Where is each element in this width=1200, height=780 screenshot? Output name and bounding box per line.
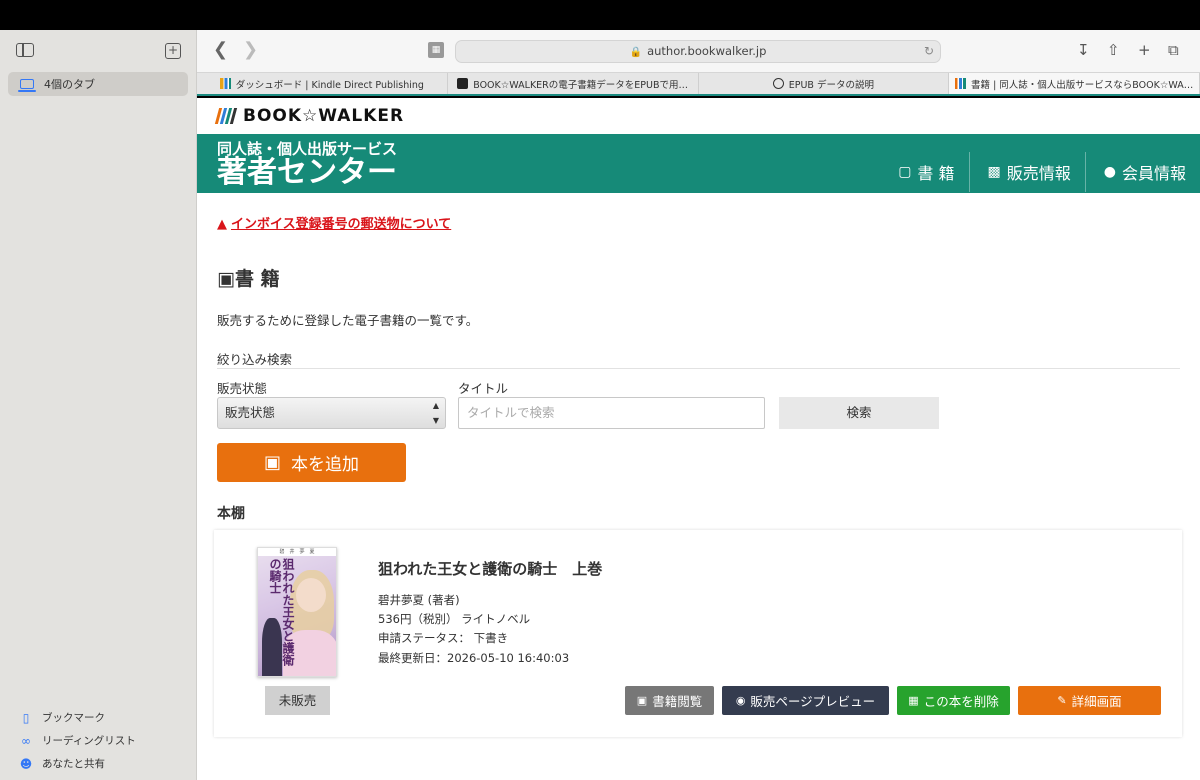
- tab-bookwalker-books[interactable]: 書籍 | 同人誌・個人出版サービスならBOOK☆WA…: [949, 73, 1200, 94]
- sidebar-item-bookmarks[interactable]: ▯ ブックマーク: [18, 706, 136, 729]
- sidebar-toolbar: +: [0, 30, 197, 72]
- tab-label: 書籍 | 同人誌・個人出版サービスならBOOK☆WA…: [971, 79, 1194, 91]
- page-content: BOOK☆WALKER 同人誌・個人出版サービス 著者センター ▢ 書 籍 ▩ …: [197, 98, 1200, 780]
- laptop-icon: [18, 79, 36, 92]
- nav-label: 販売情報: [1006, 164, 1071, 183]
- sidebar-item-label: 4個のタブ: [44, 78, 95, 91]
- lock-icon: 🔒: [629, 47, 643, 58]
- title-search-input[interactable]: タイトルで検索: [458, 397, 765, 429]
- bookmark-icon: ▯: [22, 710, 30, 725]
- sidebar-toggle-icon[interactable]: [16, 43, 34, 57]
- sidebar-item-label: あなたと共有: [42, 758, 105, 770]
- book-author: 碧井夢夏 (著者): [378, 593, 460, 607]
- select-value: 販売状態: [225, 405, 276, 420]
- sale-status-select[interactable]: 販売状態 ▲ ▼: [217, 397, 446, 429]
- cover-author: 碧 井 夢 夏: [258, 548, 336, 556]
- book-cover[interactable]: 碧 井 夢 夏 狙われた王女と護衛の騎士: [257, 547, 337, 677]
- sale-status-badge: 未販売: [265, 686, 330, 715]
- cover-title: 狙われた王女と護衛の騎士: [268, 558, 295, 666]
- page-description: 販売するために登録した電子書籍の一覧です。: [217, 313, 479, 328]
- delete-book-button[interactable]: ▦ この本を削除: [897, 686, 1010, 715]
- site-banner: 同人誌・個人出版サービス 著者センター ▢ 書 籍 ▩ 販売情報 ● 会員情報: [197, 134, 1200, 193]
- preview-sales-page-button[interactable]: ◉ 販売ページプレビュー: [722, 686, 889, 715]
- share-icon[interactable]: ⇧: [1107, 40, 1120, 60]
- book-application-status: 申請ステータス： 下書き: [378, 631, 509, 645]
- new-tab-group-icon[interactable]: +: [165, 43, 181, 59]
- sidebar-item-tabs[interactable]: 4個のタブ: [8, 72, 188, 96]
- page-title: ▣書 籍: [217, 268, 280, 290]
- select-arrows-icon: ▲ ▼: [432, 401, 439, 425]
- note-icon: [457, 78, 469, 89]
- download-icon[interactable]: ↧: [1077, 40, 1090, 60]
- new-tab-icon[interactable]: +: [1138, 40, 1151, 60]
- book-price-genre: 536円（税別） ライトノベル: [378, 612, 531, 626]
- browser-toolbar: ❮ ❯ ▦ 🔒 author.bookwalker.jp ↻ ↧ ⇧ + ⧉: [197, 30, 1200, 72]
- bookwalker-logo-icon: [955, 78, 967, 89]
- tab-note-article[interactable]: BOOK☆WALKERの電子書籍データをEPUBで用…: [448, 73, 699, 94]
- reload-icon[interactable]: ↻: [924, 41, 934, 62]
- browser-sidebar: + 4個のタブ ▯ ブックマーク ∞ リーディングリスト ☻ あなたと共有: [0, 30, 197, 780]
- add-book-button[interactable]: ▣ 本を追加: [217, 443, 406, 482]
- book-icon: ▣: [636, 694, 648, 707]
- filter-divider: [217, 368, 1180, 369]
- trash-icon: ▦: [908, 694, 919, 707]
- add-book-label: 本を追加: [291, 455, 359, 475]
- title-filter-label: タイトル: [458, 381, 509, 396]
- sidebar-item-label: ブックマーク: [42, 712, 105, 724]
- bookwalker-logo-icon[interactable]: [214, 108, 238, 124]
- bar-chart-icon: [219, 78, 231, 89]
- site-header: BOOK☆WALKER: [197, 98, 1200, 134]
- site-logo[interactable]: BOOK☆WALKER: [243, 106, 404, 126]
- nav-sales[interactable]: ▩ 販売情報: [968, 152, 1085, 192]
- bookshelf-title: 本棚: [217, 506, 245, 522]
- sidebar-item-shared[interactable]: ☻ あなたと共有: [18, 752, 136, 775]
- book-icon: ▣: [263, 452, 281, 473]
- tab-label: BOOK☆WALKERの電子書籍データをEPUBで用…: [473, 79, 688, 91]
- sidebar-item-reading-list[interactable]: ∞ リーディングリスト: [18, 729, 136, 752]
- sidebar-bottom-links: ▯ ブックマーク ∞ リーディングリスト ☻ あなたと共有: [18, 706, 136, 775]
- filter-section-title: 絞り込み検索: [217, 352, 293, 367]
- tab-label: EPUB データの説明: [788, 79, 874, 91]
- tab-epub-guide[interactable]: EPUB データの説明: [699, 73, 950, 94]
- nav-books[interactable]: ▢ 書 籍: [880, 152, 968, 192]
- nav-label: 会員情報: [1121, 164, 1186, 183]
- view-book-button[interactable]: ▣ 書籍閲覧: [625, 686, 714, 715]
- eye-icon: ◉: [735, 694, 746, 707]
- nav-member[interactable]: ● 会員情報: [1084, 152, 1200, 192]
- bar-chart-icon: ▩: [987, 164, 1001, 180]
- invoice-notice-link[interactable]: インボイス登録番号の郵送物について: [231, 217, 451, 232]
- invoice-notice: ▲ インボイス登録番号の郵送物について: [217, 213, 451, 232]
- book-detail-button[interactable]: ✎ 詳細画面: [1018, 686, 1161, 715]
- url-text: author.bookwalker.jp: [647, 44, 767, 58]
- sidebar-item-label: リーディングリスト: [42, 735, 136, 747]
- book-updated-date: 最終更新日：2026-05-10 16:40:03: [378, 651, 570, 665]
- tab-overview-icon[interactable]: ⧉: [1168, 40, 1179, 60]
- glasses-icon: ∞: [21, 733, 31, 748]
- openai-icon: [772, 78, 784, 89]
- tab-label: ダッシュボード | Kindle Direct Publishing: [235, 79, 424, 91]
- back-icon[interactable]: ❮: [213, 40, 228, 60]
- address-bar[interactable]: 🔒 author.bookwalker.jp ↻: [455, 40, 941, 63]
- tab-bar: ダッシュボード | Kindle Direct Publishing BOOK☆…: [197, 72, 1200, 96]
- search-button[interactable]: 検索: [779, 397, 939, 429]
- forward-icon[interactable]: ❯: [243, 40, 258, 60]
- book-card: 碧 井 夢 夏 狙われた王女と護衛の騎士 未販売 狙われた王女と護衛の騎士 上巻…: [214, 530, 1182, 737]
- tab-kdp-dashboard[interactable]: ダッシュボード | Kindle Direct Publishing: [197, 73, 448, 94]
- book-icon: ▢: [898, 164, 912, 180]
- book-title: 狙われた王女と護衛の騎士 上巻: [378, 560, 603, 578]
- banner-title: 著者センター: [217, 155, 397, 190]
- pencil-icon: ✎: [1057, 694, 1067, 707]
- extension-icon[interactable]: ▦: [428, 42, 444, 58]
- shared-with-you-icon: ☻: [19, 756, 33, 771]
- book-icon: ▣: [217, 268, 235, 290]
- sale-status-label: 販売状態: [217, 381, 268, 396]
- nav-label: 書 籍: [917, 164, 955, 183]
- main-nav: ▢ 書 籍 ▩ 販売情報 ● 会員情報: [880, 152, 1200, 192]
- screen-top-bar: [0, 0, 1200, 30]
- warning-icon: ▲: [217, 217, 227, 232]
- user-icon: ●: [1103, 164, 1116, 180]
